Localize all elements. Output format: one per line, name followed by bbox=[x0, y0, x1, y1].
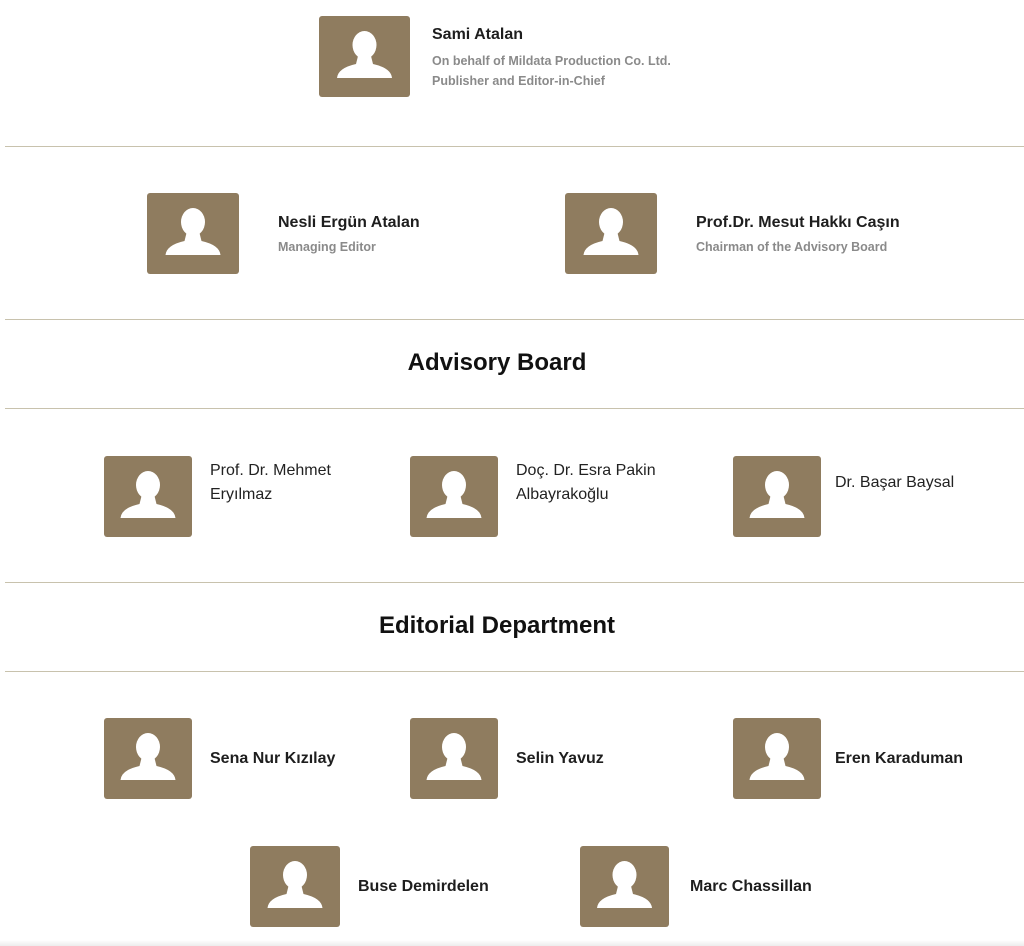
person-name: Albayrakoğlu bbox=[516, 485, 609, 503]
profile-card-editorial-member: Marc Chassillan bbox=[580, 846, 812, 927]
profile-info: Dr. Başar Baysal bbox=[835, 471, 954, 495]
person-name: Buse Demirdelen bbox=[358, 877, 489, 895]
avatar bbox=[580, 846, 669, 927]
profile-info: Sami Atalan On behalf of Mildata Product… bbox=[432, 23, 671, 91]
page-bottom-edge bbox=[0, 940, 1024, 946]
profile-info: Prof.Dr. Mesut Hakkı Caşın Chairman of t… bbox=[696, 211, 900, 257]
profile-card-editorial-member: Buse Demirdelen bbox=[250, 846, 489, 927]
profile-card-advisory-chairman: Prof.Dr. Mesut Hakkı Caşın Chairman of t… bbox=[565, 193, 900, 274]
profile-info: Marc Chassillan bbox=[690, 875, 812, 899]
section-divider bbox=[5, 146, 1024, 147]
person-silhouette-icon bbox=[597, 861, 652, 908]
profile-info: Nesli Ergün Atalan Managing Editor bbox=[278, 211, 420, 257]
avatar bbox=[410, 456, 498, 537]
profile-info: Sena Nur Kızılay bbox=[210, 747, 335, 771]
person-name: Selin Yavuz bbox=[516, 749, 604, 767]
person-name: Eryılmaz bbox=[210, 485, 273, 503]
avatar bbox=[147, 193, 239, 274]
avatar bbox=[104, 718, 192, 799]
person-name: Sami Atalan bbox=[432, 25, 523, 43]
profile-info: Doç. Dr. Esra Pakin Albayrakoğlu bbox=[516, 459, 656, 507]
person-name: Eren Karaduman bbox=[835, 749, 964, 767]
person-silhouette-icon bbox=[749, 471, 805, 518]
section-divider bbox=[5, 408, 1024, 409]
person-role: On behalf of Mildata Production Co. Ltd. bbox=[432, 53, 671, 68]
profile-info: Selin Yavuz bbox=[516, 747, 604, 771]
person-name: Doç. Dr. Esra Pakin bbox=[516, 461, 656, 479]
person-silhouette-icon bbox=[583, 208, 639, 255]
section-divider bbox=[5, 582, 1024, 583]
profile-info: Prof. Dr. Mehmet Eryılmaz bbox=[210, 459, 331, 507]
person-role: Publisher and Editor-in-Chief bbox=[432, 73, 605, 88]
avatar bbox=[410, 718, 498, 799]
avatar bbox=[733, 456, 821, 537]
profile-card-editorial-member: Sena Nur Kızılay bbox=[104, 718, 335, 799]
person-silhouette-icon bbox=[749, 733, 805, 780]
section-divider bbox=[5, 319, 1024, 320]
person-silhouette-icon bbox=[120, 733, 176, 780]
avatar bbox=[250, 846, 340, 927]
person-name: Sena Nur Kızılay bbox=[210, 749, 336, 767]
person-silhouette-icon bbox=[120, 471, 176, 518]
section-divider bbox=[5, 671, 1024, 672]
person-role: Chairman of the Advisory Board bbox=[696, 239, 888, 254]
person-silhouette-icon bbox=[337, 31, 392, 78]
profile-card-publisher: Sami Atalan On behalf of Mildata Product… bbox=[319, 16, 671, 97]
profile-info: Buse Demirdelen bbox=[358, 875, 489, 899]
profile-card-editorial-member: Eren Karaduman bbox=[733, 718, 963, 799]
person-name: Nesli Ergün Atalan bbox=[278, 213, 420, 231]
section-title-editorial-department: Editorial Department bbox=[378, 612, 616, 639]
profile-card-managing-editor: Nesli Ergün Atalan Managing Editor bbox=[147, 193, 420, 274]
avatar bbox=[319, 16, 410, 97]
person-silhouette-icon bbox=[426, 733, 482, 780]
section-title-advisory-board: Advisory Board bbox=[407, 349, 587, 376]
person-name: Marc Chassillan bbox=[690, 877, 812, 895]
person-name: Dr. Başar Baysal bbox=[835, 473, 955, 491]
person-silhouette-icon bbox=[165, 208, 221, 255]
profile-card-advisory-member: Prof. Dr. Mehmet Eryılmaz bbox=[104, 456, 331, 537]
person-name: Prof. Dr. Mehmet bbox=[210, 461, 331, 479]
profile-card-editorial-member: Selin Yavuz bbox=[410, 718, 604, 799]
avatar bbox=[733, 718, 821, 799]
avatar bbox=[104, 456, 192, 537]
person-silhouette-icon bbox=[267, 861, 323, 908]
person-silhouette-icon bbox=[426, 471, 482, 518]
person-role: Managing Editor bbox=[278, 239, 376, 254]
profile-card-advisory-member: Dr. Başar Baysal bbox=[733, 456, 954, 537]
profile-info: Eren Karaduman bbox=[835, 747, 963, 771]
profile-card-advisory-member: Doç. Dr. Esra Pakin Albayrakoğlu bbox=[410, 456, 656, 537]
avatar bbox=[565, 193, 657, 274]
person-name: Prof.Dr. Mesut Hakkı Caşın bbox=[696, 213, 900, 231]
